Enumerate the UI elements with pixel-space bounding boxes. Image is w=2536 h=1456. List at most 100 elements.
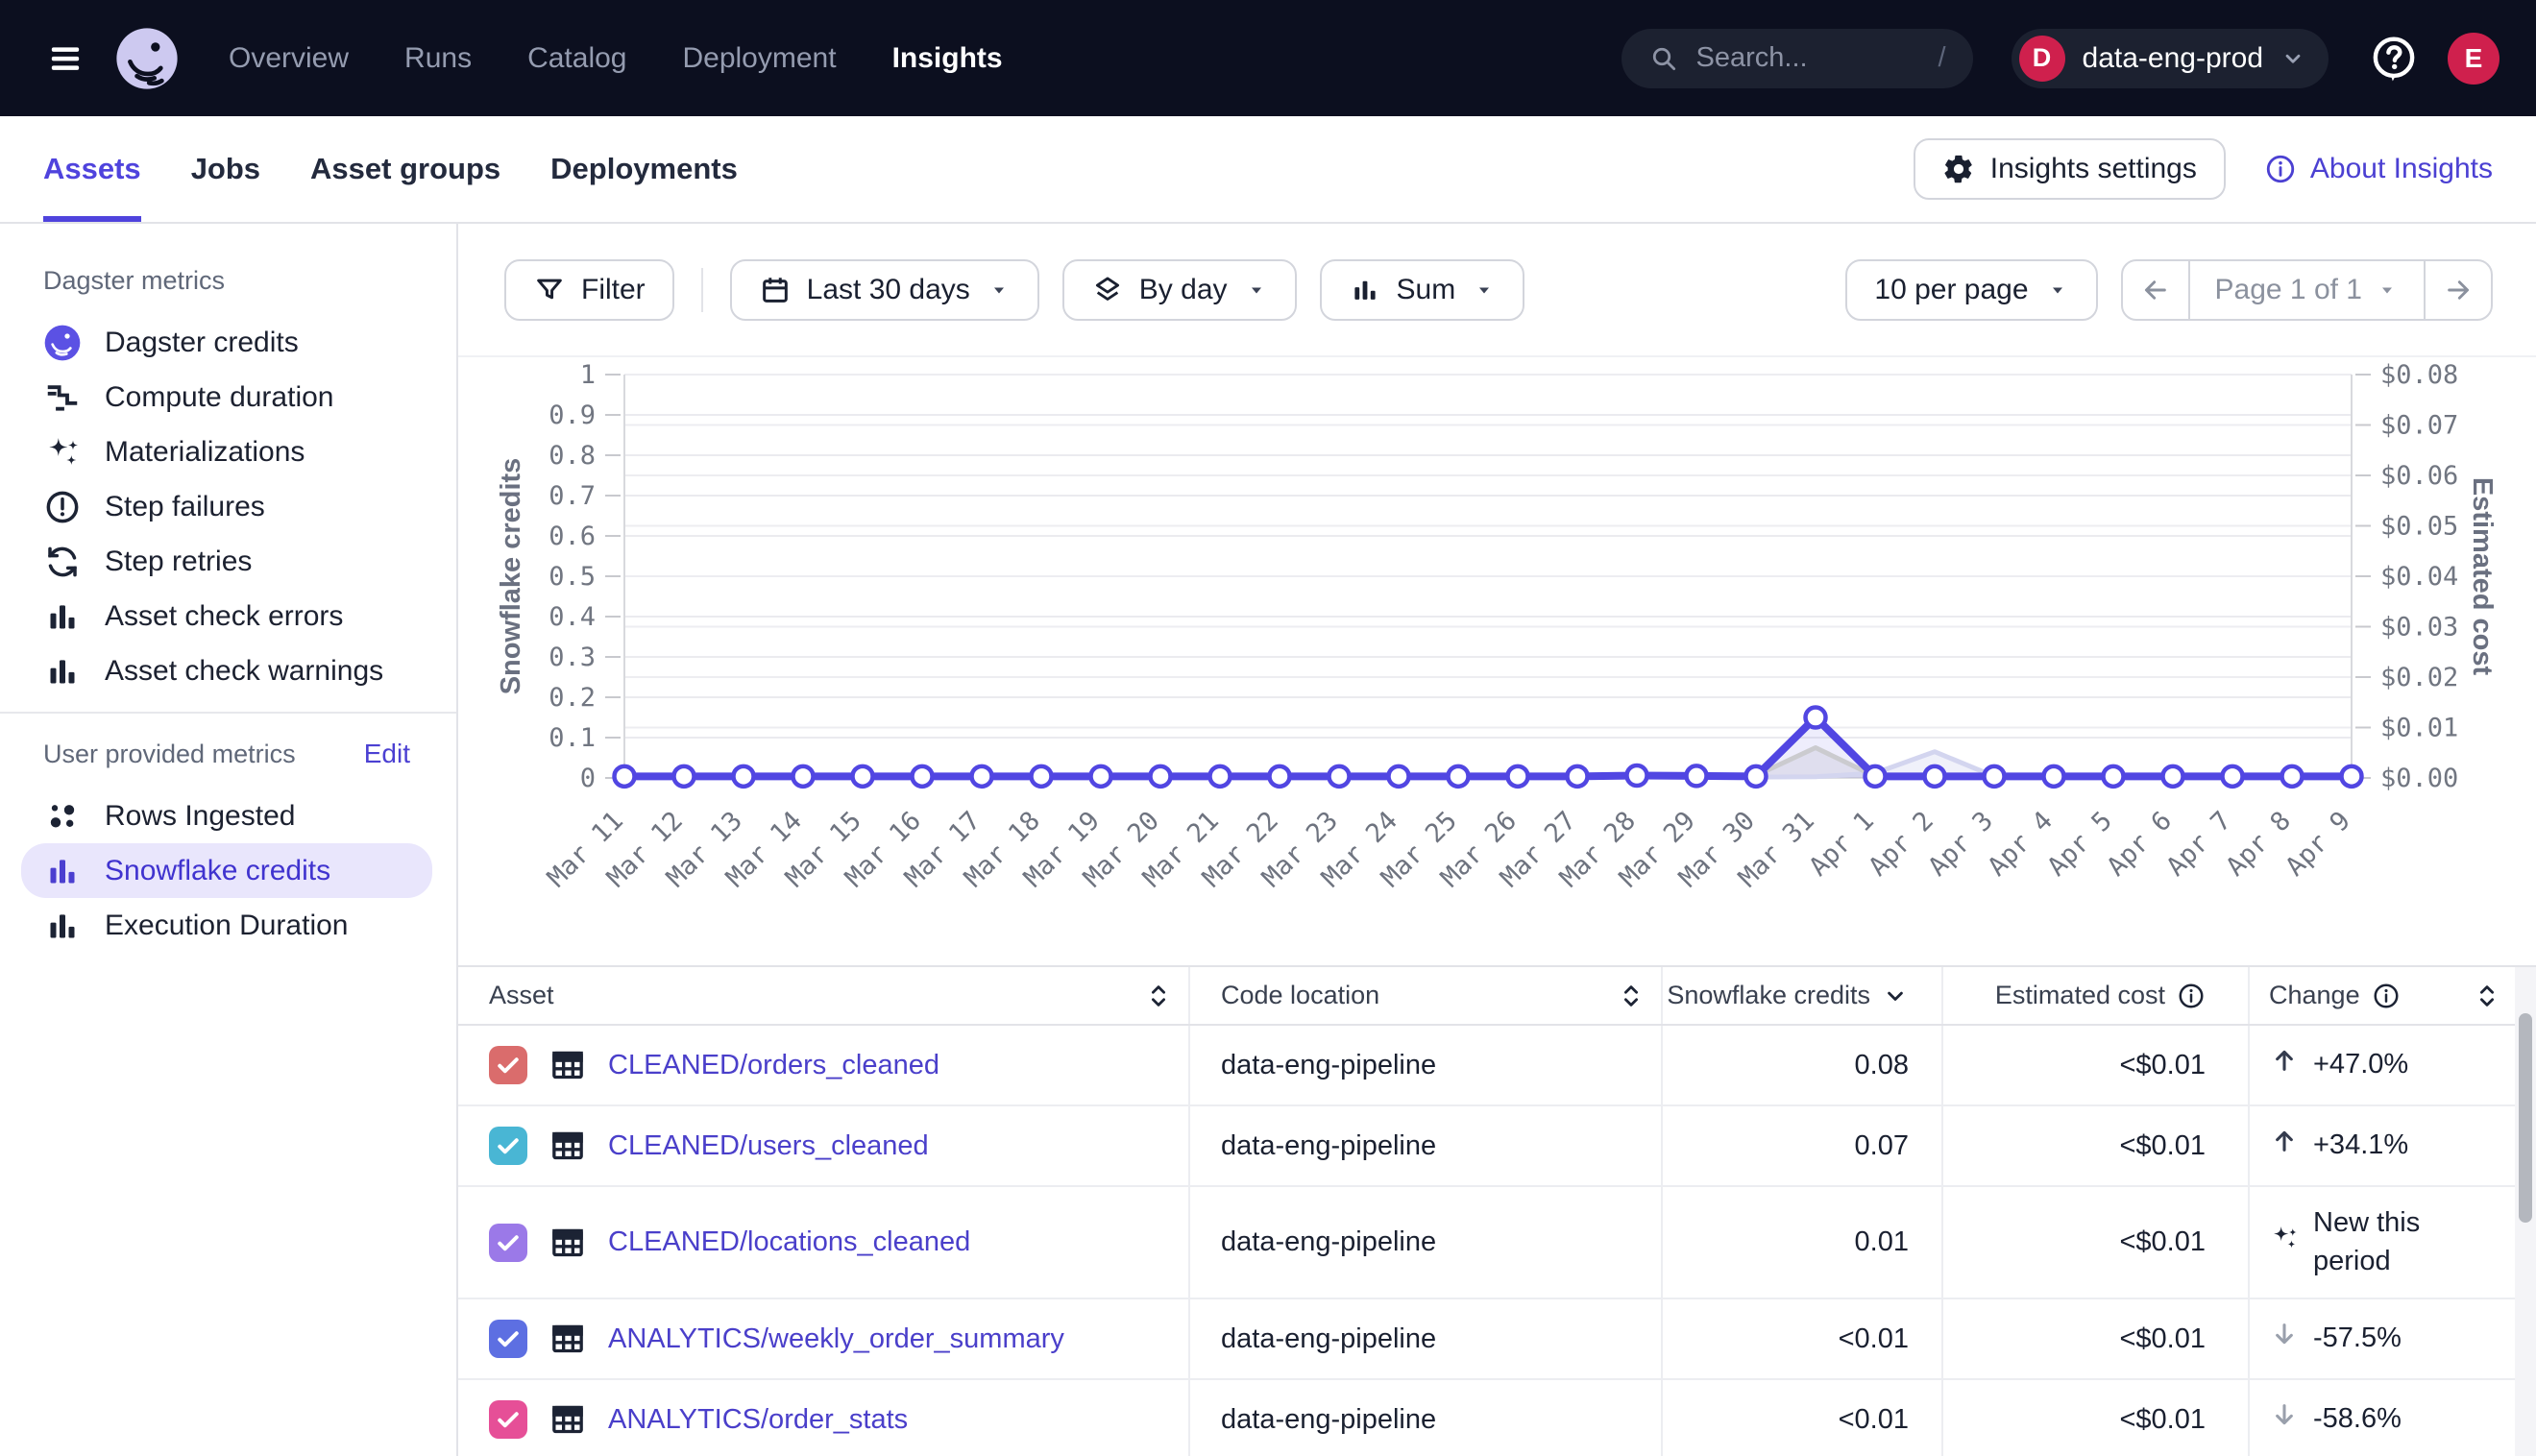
- help-button[interactable]: [2367, 32, 2421, 85]
- table-scrollbar[interactable]: [2515, 967, 2536, 1456]
- metrics-chart: 00.10.20.30.40.50.60.70.80.91$0.00$0.01$…: [458, 355, 2536, 965]
- code-location-cell: data-eng-pipeline: [1190, 1026, 1663, 1104]
- prev-page-button[interactable]: [2123, 261, 2188, 319]
- svg-text:$0.06: $0.06: [2380, 461, 2458, 491]
- sidebar-item-execution-duration[interactable]: Execution Duration: [0, 898, 432, 953]
- date-range-dropdown[interactable]: Last 30 days: [730, 259, 1039, 321]
- nav-item-catalog[interactable]: Catalog: [527, 42, 626, 75]
- bar-chart-icon: [43, 652, 82, 691]
- sidebar-item-label: Execution Duration: [105, 910, 348, 942]
- arrow-right-icon: [2443, 275, 2474, 305]
- asset-link[interactable]: ANALYTICS/order_stats: [608, 1404, 908, 1436]
- svg-text:Estimated cost: Estimated cost: [2467, 477, 2498, 676]
- svg-text:0.6: 0.6: [549, 522, 596, 551]
- tab-jobs[interactable]: Jobs: [191, 116, 260, 222]
- sidebar-item-materializations[interactable]: Materializations: [0, 425, 432, 479]
- deployment-switcher[interactable]: D data-eng-prod: [2012, 29, 2329, 88]
- primary-nav: Overview Runs Catalog Deployment Insights: [229, 42, 1003, 75]
- column-header-snowflake-credits[interactable]: Snowflake credits: [1663, 967, 1943, 1024]
- svg-text:$0.00: $0.00: [2380, 764, 2458, 793]
- tab-asset-groups[interactable]: Asset groups: [310, 116, 500, 222]
- asset-link[interactable]: CLEANED/locations_cleaned: [608, 1226, 970, 1258]
- asset-link[interactable]: CLEANED/orders_cleaned: [608, 1050, 939, 1081]
- refresh-icon: [43, 543, 82, 581]
- sidebar-item-compute-duration[interactable]: Compute duration: [0, 370, 432, 425]
- calendar-icon: [759, 274, 792, 306]
- menu-button[interactable]: [37, 30, 94, 87]
- info-icon: [2264, 153, 2297, 185]
- column-header-change[interactable]: Change: [2250, 967, 2515, 1024]
- sidebar-item-snowflake-credits[interactable]: Snowflake credits: [21, 843, 432, 898]
- filter-button[interactable]: Filter: [504, 259, 674, 321]
- svg-text:$0.05: $0.05: [2380, 512, 2458, 542]
- aggregation-dropdown[interactable]: Sum: [1320, 259, 1525, 321]
- change-cell: +47.0%: [2250, 1026, 2515, 1104]
- estimated-cost-cell: <$0.01: [1943, 1380, 2250, 1456]
- tab-deployments[interactable]: Deployments: [550, 116, 738, 222]
- svg-text:0.8: 0.8: [549, 441, 596, 471]
- insights-settings-button[interactable]: Insights settings: [1914, 138, 2226, 200]
- sidebar-item-asset-check-warnings[interactable]: Asset check warnings: [0, 643, 432, 698]
- sidebar-item-dagster-credits[interactable]: Dagster credits: [0, 315, 432, 370]
- column-header-estimated-cost[interactable]: Estimated cost: [1943, 967, 2250, 1024]
- snowflake-credits-cell: <0.01: [1663, 1299, 1943, 1378]
- asset-link[interactable]: CLEANED/users_cleaned: [608, 1130, 929, 1162]
- edit-metrics-link[interactable]: Edit: [364, 739, 410, 769]
- column-header-asset[interactable]: Asset: [458, 967, 1190, 1024]
- nav-item-runs[interactable]: Runs: [404, 42, 472, 75]
- search-icon: [1648, 43, 1679, 74]
- deployment-name: data-eng-prod: [2083, 42, 2263, 75]
- sidebar-item-asset-check-errors[interactable]: Asset check errors: [0, 589, 432, 643]
- svg-text:$0.08: $0.08: [2380, 360, 2458, 390]
- row-checkbox[interactable]: [489, 1046, 527, 1084]
- tab-assets[interactable]: Assets: [43, 116, 141, 222]
- scrollbar-thumb[interactable]: [2519, 1013, 2532, 1223]
- bar-chart-icon: [43, 852, 82, 890]
- row-checkbox[interactable]: [489, 1224, 527, 1262]
- nav-item-overview[interactable]: Overview: [229, 42, 349, 75]
- svg-text:0.4: 0.4: [549, 602, 596, 632]
- next-page-button[interactable]: [2426, 261, 2491, 319]
- row-checkbox[interactable]: [489, 1320, 527, 1358]
- table-icon: [549, 1320, 587, 1358]
- nav-item-insights[interactable]: Insights: [892, 42, 1003, 75]
- row-checkbox[interactable]: [489, 1400, 527, 1439]
- date-range-label: Last 30 days: [807, 274, 970, 306]
- row-checkbox[interactable]: [489, 1127, 527, 1165]
- asset-link[interactable]: ANALYTICS/weekly_order_summary: [608, 1323, 1064, 1355]
- nav-item-deployment[interactable]: Deployment: [682, 42, 836, 75]
- svg-text:0.1: 0.1: [549, 723, 596, 753]
- page-indicator-dropdown[interactable]: Page 1 of 1: [2188, 261, 2426, 319]
- trend-up-icon: [2269, 1045, 2300, 1076]
- user-avatar[interactable]: E: [2448, 33, 2499, 85]
- estimated-cost-cell: <$0.01: [1943, 1106, 2250, 1185]
- asset-cell: CLEANED/users_cleaned: [458, 1106, 1190, 1185]
- svg-text:Apr 9: Apr 9: [2280, 806, 2356, 882]
- per-page-dropdown[interactable]: 10 per page: [1845, 259, 2097, 321]
- sparkles-icon: [43, 433, 82, 472]
- column-label: Code location: [1221, 981, 1379, 1010]
- svg-text:0: 0: [580, 764, 596, 793]
- search-input[interactable]: Search... /: [1622, 29, 1973, 88]
- table-icon: [549, 1400, 587, 1439]
- table-row: CLEANED/orders_cleaneddata-eng-pipeline0…: [458, 1026, 2536, 1106]
- estimated-cost-cell: <$0.01: [1943, 1187, 2250, 1298]
- svg-text:Apr 1: Apr 1: [1804, 806, 1880, 882]
- sidebar-item-step-retries[interactable]: Step retries: [0, 534, 432, 589]
- hamburger-icon: [46, 39, 85, 78]
- new-period-icon: [2269, 1223, 2300, 1253]
- column-header-code-location[interactable]: Code location: [1190, 967, 1663, 1024]
- per-page-label: 10 per page: [1874, 274, 2028, 306]
- sidebar-item-step-failures[interactable]: Step failures: [0, 479, 432, 534]
- about-insights-link[interactable]: About Insights: [2264, 153, 2493, 185]
- dagster-logo-icon[interactable]: [115, 27, 179, 90]
- asset-cell: CLEANED/locations_cleaned: [458, 1187, 1190, 1298]
- sidebar-section-title: Dagster metrics: [43, 266, 225, 296]
- svg-text:0.9: 0.9: [549, 400, 596, 430]
- deployment-badge: D: [2019, 36, 2065, 82]
- sort-icon: [2473, 982, 2501, 1010]
- checkmark-icon: [494, 1131, 523, 1160]
- granularity-dropdown[interactable]: By day: [1062, 259, 1297, 321]
- sidebar-item-rows-ingested[interactable]: Rows Ingested: [0, 789, 432, 843]
- aggregation-label: Sum: [1397, 274, 1456, 306]
